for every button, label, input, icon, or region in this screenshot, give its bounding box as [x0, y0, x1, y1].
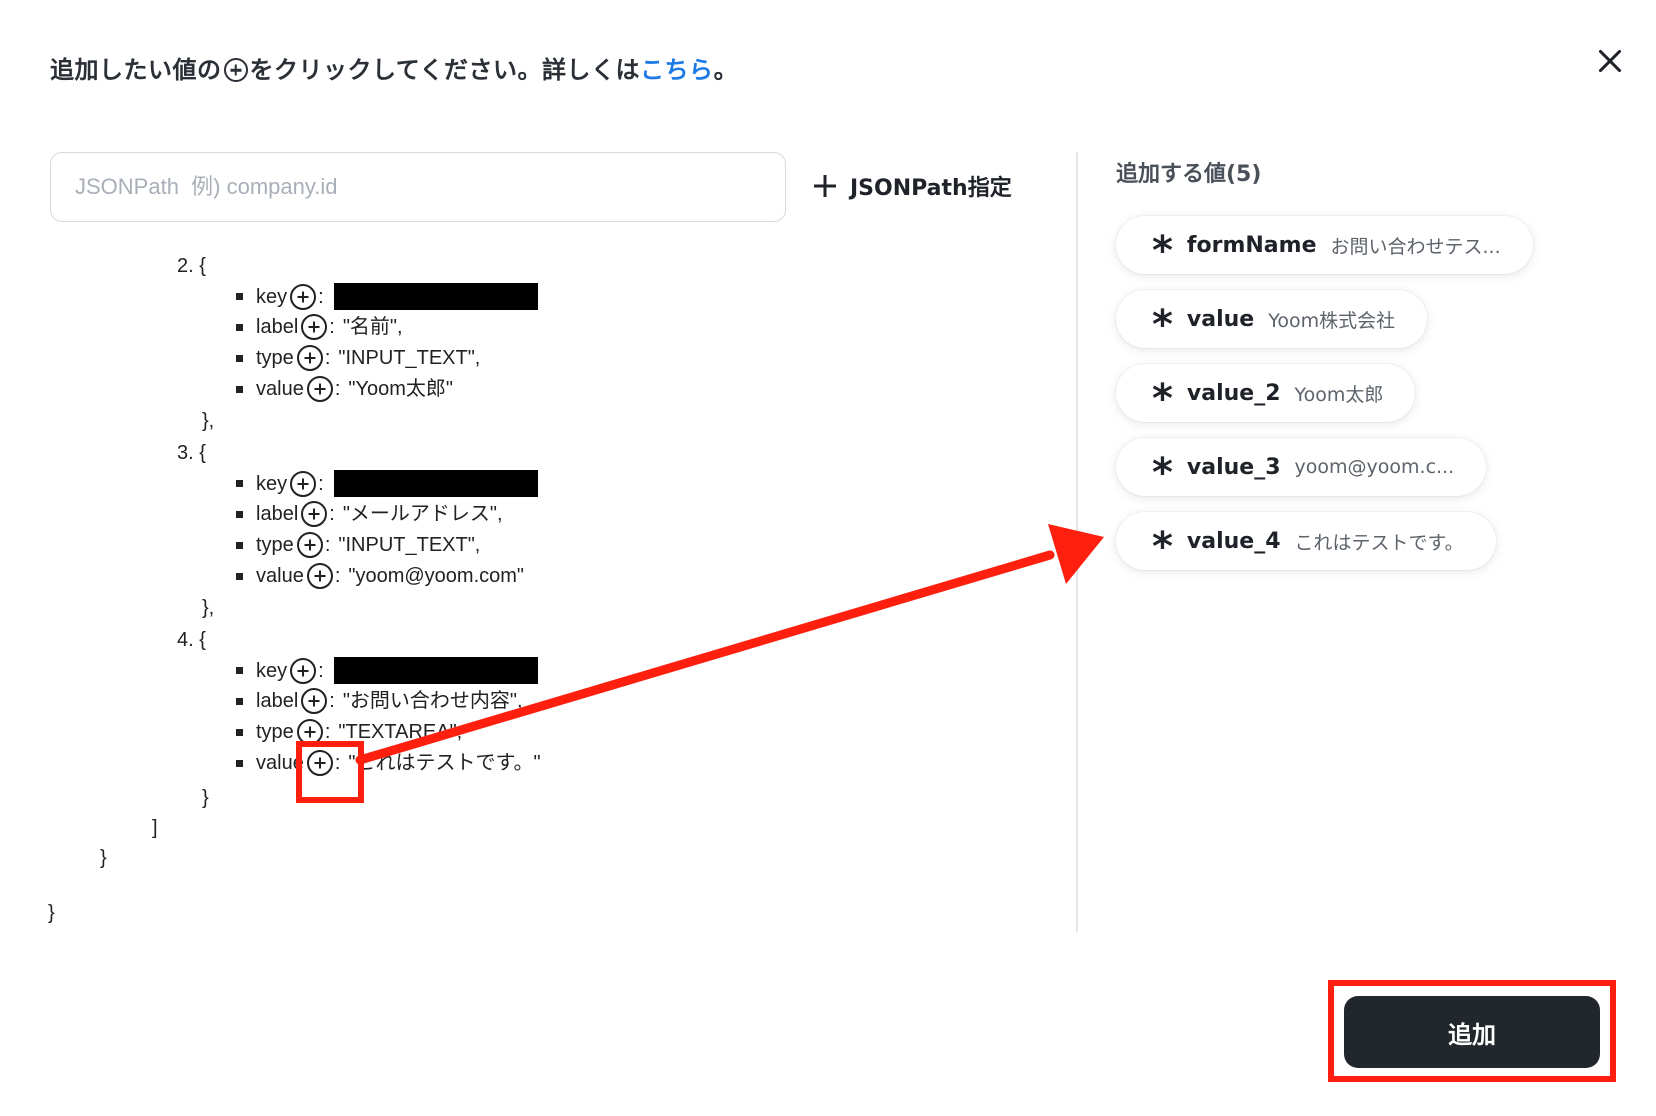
title-text-before: 追加したい値の [50, 56, 222, 84]
add-value-icon[interactable] [301, 314, 328, 340]
add-value-icon[interactable] [306, 563, 333, 589]
asterisk-icon: * [1152, 228, 1173, 274]
redacted-value [333, 657, 538, 684]
tree-property: value : "Yoom太郎" [236, 376, 453, 402]
property-value: "これはテストです。" [348, 752, 541, 774]
property-key: value [256, 565, 304, 587]
add-value-icon[interactable] [306, 376, 333, 402]
tree-property: key : [236, 657, 538, 684]
property-value: "INPUT_TEXT", [338, 534, 481, 556]
property-key: key [256, 285, 288, 308]
add-value-icon[interactable] [290, 470, 317, 497]
panel-divider [1076, 152, 1078, 932]
tree-item-close: }, [202, 597, 215, 619]
property-key: type [256, 721, 294, 743]
bullet [236, 759, 243, 767]
bullet [236, 667, 243, 674]
bullet [236, 293, 243, 300]
plus-icon [814, 175, 836, 197]
value-chip[interactable]: * value Yoom株式会社 [1116, 290, 1428, 348]
jsonpath-specify-label: JSONPath指定 [850, 176, 1012, 201]
property-value: "名前", [342, 316, 403, 338]
chip-value: Yoom太郎 [1294, 383, 1384, 406]
asterisk-icon: * [1152, 302, 1173, 348]
title-text-end: 。 [713, 56, 739, 84]
property-key: value [256, 378, 304, 400]
asterisk-icon: * [1152, 376, 1173, 422]
chip-name: value [1186, 306, 1255, 332]
chip-name: value_4 [1186, 528, 1281, 554]
help-link[interactable]: こちら [640, 56, 714, 84]
title-text-after: をクリックしてください。詳しくは [249, 56, 641, 84]
property-key: label [256, 503, 299, 525]
tree-root-close: } [48, 902, 55, 924]
bullet [236, 728, 243, 736]
jsonpath-specify-button[interactable]: JSONPath指定 [814, 170, 1012, 202]
tree-property: type : "INPUT_TEXT", [236, 345, 480, 371]
chip-name: formName [1186, 232, 1317, 258]
dialog-title: 追加したい値の をクリックしてください。詳しくはこちら。 [50, 50, 738, 85]
chip-value: お問い合わせテス... [1330, 235, 1501, 258]
asterisk-icon: * [1152, 524, 1173, 570]
property-key: type [256, 347, 294, 369]
tree-property: label : "名前", [236, 314, 403, 340]
chip-value: Yoom株式会社 [1268, 309, 1396, 332]
property-value: "INPUT_TEXT", [338, 347, 481, 369]
annotation-highlight-plus [296, 741, 364, 803]
bullet [236, 480, 243, 487]
chip-name: value_3 [1186, 454, 1281, 480]
tree-item-open: 4. { [177, 629, 206, 651]
jsonpath-input[interactable] [50, 152, 786, 222]
property-key: type [256, 534, 294, 556]
add-value-icon[interactable] [290, 657, 317, 684]
redacted-value [333, 283, 538, 310]
tree-property: key : [236, 283, 538, 310]
bullet [236, 510, 243, 518]
add-button[interactable]: 追加 [1344, 996, 1600, 1068]
values-header: 追加する値(5) [1116, 162, 1262, 187]
chip-value: yoom@yoom.c... [1294, 456, 1455, 478]
bullet [236, 697, 243, 705]
value-chip[interactable]: * value_3 yoom@yoom.c... [1116, 438, 1487, 496]
property-key: key [256, 472, 288, 495]
value-chip[interactable]: * value_2 Yoom太郎 [1116, 364, 1416, 422]
chip-name: value_2 [1186, 380, 1281, 406]
tree-item-close: }, [202, 410, 215, 432]
property-value: "メールアドレス", [342, 503, 503, 525]
tree-item-open: 2. { [177, 255, 206, 277]
add-value-icon[interactable] [301, 688, 328, 714]
tree-item-close: } [202, 787, 209, 809]
chip-value: これはテストです。 [1294, 531, 1464, 554]
redacted-value [333, 470, 538, 497]
tree-property: value : "yoom@yoom.com" [236, 563, 524, 589]
add-value-icon[interactable] [296, 532, 323, 558]
property-value: "yoom@yoom.com" [348, 565, 525, 587]
property-key: label [256, 690, 299, 712]
tree-property: type : "INPUT_TEXT", [236, 532, 480, 558]
close-icon[interactable] [1595, 46, 1625, 76]
value-chip[interactable]: * value_4 これはテストです。 [1116, 512, 1496, 570]
add-value-icon[interactable] [290, 283, 317, 310]
add-value-icon[interactable] [301, 501, 328, 527]
property-key: label [256, 316, 299, 338]
tree-item-open: 3. { [177, 442, 206, 464]
tree-array-close: ] [152, 817, 158, 839]
property-value: "お問い合わせ内容", [342, 690, 523, 712]
bullet [236, 541, 243, 549]
add-value-icon[interactable] [296, 345, 323, 371]
tree-object-close: } [100, 847, 107, 869]
tree-property: label : "メールアドレス", [236, 501, 503, 527]
value-chip[interactable]: * formName お問い合わせテス... [1116, 216, 1533, 274]
property-key: key [256, 659, 288, 682]
tree-property: label : "お問い合わせ内容", [236, 688, 523, 714]
bullet [236, 385, 243, 393]
plus-circle-icon [223, 58, 248, 82]
bullet [236, 572, 243, 580]
bullet [236, 323, 243, 331]
tree-property: key : [236, 470, 538, 497]
asterisk-icon: * [1152, 450, 1173, 496]
property-value: "Yoom太郎" [348, 378, 453, 400]
bullet [236, 354, 243, 362]
tree-property: value : "これはテストです。" [236, 750, 541, 776]
